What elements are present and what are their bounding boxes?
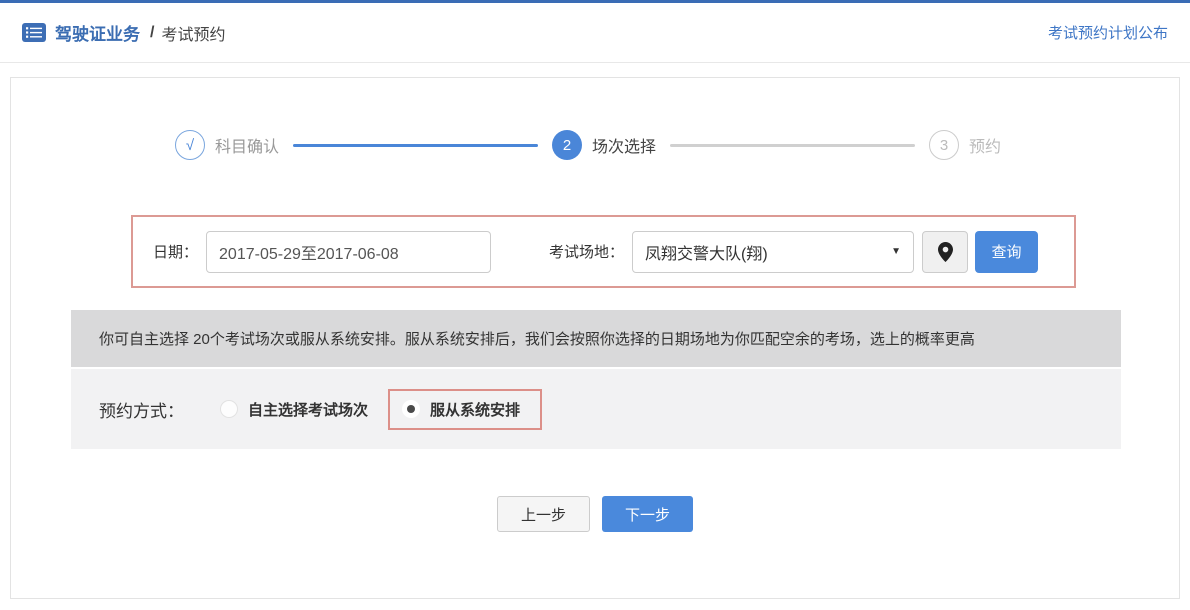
chevron-down-icon: ▼ xyxy=(891,246,902,257)
selected-option-highlight-box: 服从系统安排 xyxy=(388,388,543,430)
step-2-circle: 2 xyxy=(551,130,582,160)
page-header: 驾驶证业务 / 考试预约 考试预约计划公布 xyxy=(0,3,1190,63)
radio-self-select-label: 自主选择考试场次 xyxy=(248,401,369,419)
venue-select[interactable]: 凤翔交警大队(翔) ▼ xyxy=(632,230,915,273)
list-icon xyxy=(22,23,46,42)
date-range-input[interactable] xyxy=(206,230,492,273)
radio-system-arrange[interactable]: 服从系统安排 xyxy=(402,399,520,420)
venue-label: 考试场地： xyxy=(549,244,625,261)
notice-bar: 你可自主选择 20个考试场次或服从系统安排。服从系统安排后，我们会按照你选择的日… xyxy=(71,310,1121,367)
date-label: 日期： xyxy=(153,244,199,261)
step-2-number: 2 xyxy=(562,136,572,154)
notice-text: 你可自主选择 20个考试场次或服从系统安排。服从系统安排后，我们会按照你选择的日… xyxy=(99,331,975,348)
progress-stepper: √ 科目确认 2 场次选择 3 预约 xyxy=(11,130,1179,160)
prev-step-button[interactable]: 上一步 xyxy=(496,496,590,532)
main-panel: √ 科目确认 2 场次选择 3 预约 日期： 考试场地： 凤翔交警大队(翔) ▼… xyxy=(10,77,1180,599)
radio-system-arrange-label: 服从系统安排 xyxy=(430,401,521,419)
breadcrumb-separator: / xyxy=(150,23,155,41)
step-3-label: 预约 xyxy=(969,139,1002,156)
radio-unchecked-icon[interactable] xyxy=(220,400,238,418)
booking-method-section: 预约方式： 自主选择考试场次 服从系统安排 xyxy=(71,369,1121,449)
radio-checked-icon[interactable] xyxy=(402,400,421,418)
step-connector-done xyxy=(292,143,538,147)
breadcrumb-section[interactable]: 驾驶证业务 xyxy=(55,20,140,45)
filter-highlight-box: 日期： 考试场地： 凤翔交警大队(翔) ▼ 查询 xyxy=(131,215,1076,288)
breadcrumb-current: 考试预约 xyxy=(161,26,226,44)
radio-self-select[interactable]: 自主选择考试场次 xyxy=(220,399,368,420)
step-1-circle: √ xyxy=(174,130,205,160)
step-1-label: 科目确认 xyxy=(214,139,279,156)
step-3-number: 3 xyxy=(939,136,949,154)
step-3-circle: 3 xyxy=(929,130,959,160)
venue-selected-value: 凤翔交警大队(翔) xyxy=(645,245,768,263)
search-button[interactable]: 查询 xyxy=(975,230,1039,273)
booking-method-label: 预约方式： xyxy=(99,401,184,421)
step-2-label: 场次选择 xyxy=(591,139,656,156)
step-connector-pending xyxy=(670,143,915,147)
location-pin-icon xyxy=(937,241,953,262)
next-step-button[interactable]: 下一步 xyxy=(602,496,694,532)
step-actions: 上一步 下一步 xyxy=(11,496,1179,532)
check-icon: √ xyxy=(185,136,195,154)
location-button[interactable] xyxy=(922,230,969,273)
exam-plan-link[interactable]: 考试预约计划公布 xyxy=(1048,22,1168,43)
